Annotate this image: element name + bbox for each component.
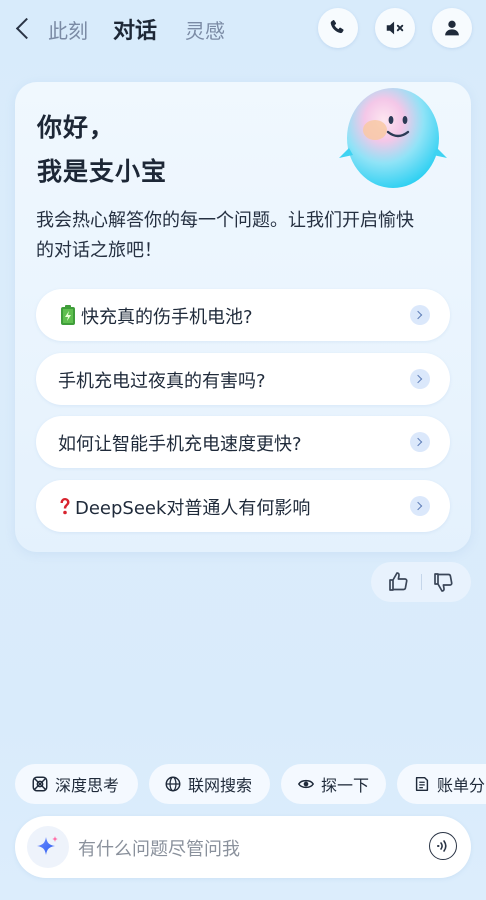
message-input[interactable]: 有什么问题尽管问我	[78, 835, 240, 861]
suggested-question[interactable]: 快充真的伤手机电池?	[36, 289, 450, 341]
voice-input-button[interactable]	[429, 832, 457, 860]
sparkle-button[interactable]	[27, 826, 69, 868]
back-icon[interactable]	[10, 12, 40, 46]
intro-line: 我会热心解答你的每一个问题。让我们开启愉快	[36, 210, 414, 231]
chip-label: 探一下	[321, 776, 370, 795]
mute-icon	[386, 21, 404, 35]
tab-chat[interactable]: 对话	[113, 13, 157, 45]
bill-icon	[415, 776, 429, 792]
top-bar: 此刻 对话 灵感	[0, 0, 486, 58]
suggested-question[interactable]: 手机充电过夜真的有害吗?	[36, 353, 450, 405]
globe-icon	[165, 776, 181, 792]
web-search-chip[interactable]: 联网搜索	[149, 764, 270, 804]
chip-label: 联网搜索	[188, 776, 253, 795]
tab-moment[interactable]: 此刻	[48, 15, 88, 44]
phone-icon	[330, 20, 344, 34]
thumbs-down-icon[interactable]	[431, 570, 455, 594]
chip-label: 账单分	[437, 776, 486, 795]
deep-think-icon	[32, 776, 48, 792]
intro-text: 我会热心解答你的每一个问题。让我们开启愉快 的对话之旅吧！	[36, 206, 456, 266]
greeting-title: 你好，	[37, 113, 116, 142]
battery-emoji-icon	[61, 305, 75, 325]
phone-button[interactable]	[318, 8, 358, 48]
question-text: DeepSeek对普通人有何影响	[58, 494, 310, 520]
chip-label: 深度思考	[55, 776, 120, 795]
question-mark-emoji-icon	[60, 498, 70, 515]
intro-line: 的对话之旅吧！	[36, 240, 162, 261]
suggested-question[interactable]: DeepSeek对普通人有何影响	[36, 480, 450, 532]
thumbs-up-icon[interactable]	[386, 570, 410, 594]
explore-chip[interactable]: 探一下	[281, 764, 386, 804]
mute-button[interactable]	[375, 8, 415, 48]
assistant-name: 我是支小宝	[37, 157, 168, 186]
user-icon	[445, 20, 459, 36]
sparkle-icon	[37, 836, 58, 855]
bill-analysis-chip[interactable]: 账单分	[397, 764, 486, 804]
welcome-card: 你好， 我是支小宝 我会热心解答你的每一个问题。让我们开启愉快 的对话之旅吧！ …	[15, 82, 471, 552]
chevron-right-icon	[410, 305, 430, 325]
divider	[421, 574, 422, 590]
chat-input-bar: 有什么问题尽管问我	[15, 816, 471, 878]
question-label: DeepSeek对普通人有何影响	[75, 498, 311, 519]
deep-think-chip[interactable]: 深度思考	[15, 764, 138, 804]
chevron-right-icon	[410, 432, 430, 452]
question-label: 快充真的伤手机电池?	[81, 307, 253, 328]
suggested-question[interactable]: 如何让智能手机充电速度更快?	[36, 416, 450, 468]
voice-wave-icon	[437, 840, 447, 852]
question-label: 如何让智能手机充电速度更快?	[58, 434, 302, 455]
profile-button[interactable]	[432, 8, 472, 48]
mascot-avatar-icon	[339, 88, 447, 188]
question-label: 手机充电过夜真的有害吗?	[58, 371, 266, 392]
question-text: 快充真的伤手机电池?	[58, 303, 253, 329]
chevron-right-icon	[410, 369, 430, 389]
tab-inspiration[interactable]: 灵感	[185, 15, 225, 44]
eye-icon	[297, 779, 315, 789]
chevron-right-icon	[410, 496, 430, 516]
feedback-bar	[371, 562, 471, 602]
